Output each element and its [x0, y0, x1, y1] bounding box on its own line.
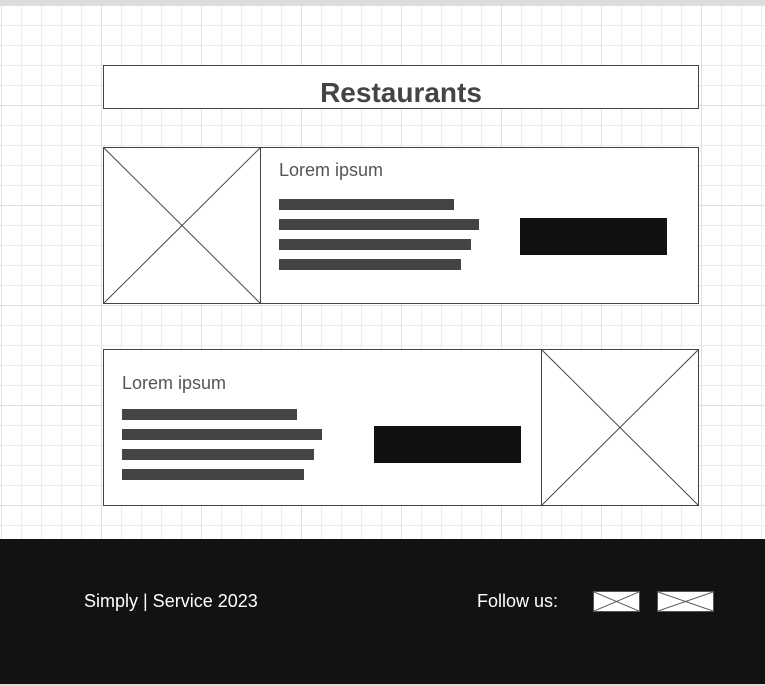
text-line — [279, 199, 454, 210]
copyright-text: Simply | Service 2023 — [84, 591, 258, 611]
footer: Simply | Service 2023 Follow us: — [0, 539, 765, 684]
card-title: Lorem ipsum — [122, 373, 227, 393]
text-line — [122, 449, 314, 460]
social-icon[interactable] — [593, 591, 640, 612]
text-line — [122, 429, 322, 440]
card-button[interactable] — [520, 218, 667, 255]
text-line — [122, 409, 297, 420]
image-placeholder-icon — [103, 147, 261, 304]
follow-label: Follow us: — [477, 591, 559, 611]
restaurant-card-2[interactable]: Lorem ipsum — [103, 349, 699, 506]
social-icon[interactable] — [657, 591, 714, 612]
page-title: Restaurants — [103, 65, 699, 109]
restaurant-card-1[interactable]: Lorem ipsum — [103, 147, 699, 304]
card-title: Lorem ipsum — [279, 160, 384, 180]
text-line — [122, 469, 304, 480]
text-line — [279, 259, 461, 270]
card-button[interactable] — [374, 426, 521, 463]
text-line — [279, 239, 471, 250]
image-placeholder-icon — [541, 349, 699, 506]
text-line — [279, 219, 479, 230]
